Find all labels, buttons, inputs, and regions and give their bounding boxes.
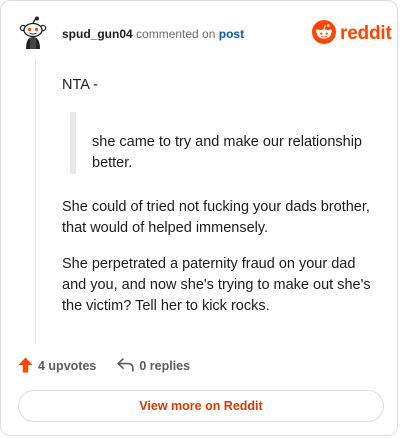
comment-paragraph: She could of tried not fucking your dads… [62, 199, 370, 236]
snoo-avatar-icon[interactable] [18, 16, 48, 50]
view-more-button[interactable]: View more on Reddit [18, 390, 384, 422]
reddit-logo-icon [312, 19, 336, 49]
comment-byline: spud_gun04 commented on post [62, 27, 244, 41]
replies-button[interactable]: 0 replies [117, 357, 191, 375]
replies-count: 0 replies [139, 359, 191, 373]
byline-verb: commented on [136, 27, 216, 41]
upvotes-button[interactable]: 4 upvotes [18, 357, 96, 376]
blockquote-bar [70, 112, 76, 174]
comment-paragraph: She perpetrated a paternity fraud on you… [62, 256, 371, 314]
upvote-arrow-icon [18, 357, 33, 376]
comment-header: spud_gun04 commented on post reddit [1, 1, 397, 65]
reddit-logo[interactable]: reddit [312, 19, 392, 49]
blockquote-text: she came to try and make our relationshi… [92, 134, 362, 171]
upvotes-count: 4 upvotes [38, 359, 97, 373]
username-link[interactable]: spud_gun04 [62, 27, 133, 41]
comment-embed-card: spud_gun04 commented on post reddit NTA … [0, 0, 398, 436]
reddit-wordmark: reddit [340, 23, 392, 44]
thread-line [35, 59, 36, 344]
comment-actions: 4 upvotes 0 replies [18, 356, 190, 376]
comment-paragraph: NTA - [62, 77, 98, 93]
reply-arrow-icon [117, 357, 134, 375]
post-link[interactable]: post [219, 27, 244, 41]
